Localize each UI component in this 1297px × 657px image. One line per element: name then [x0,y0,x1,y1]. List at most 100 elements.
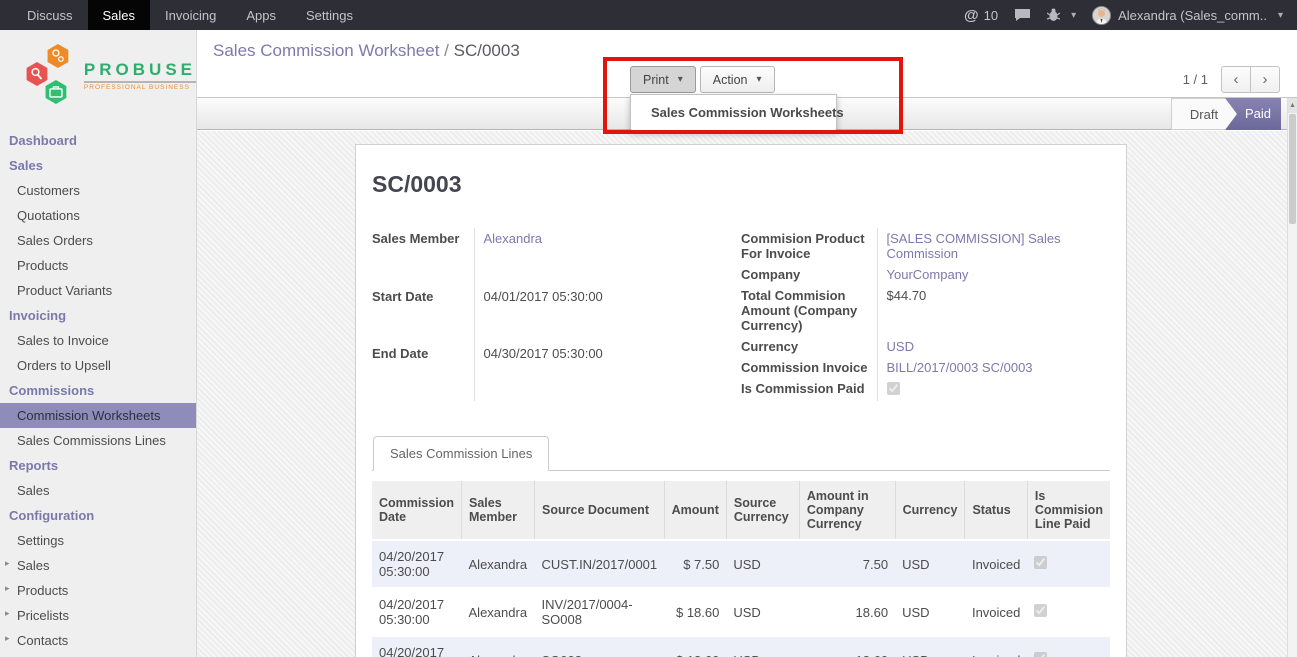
cell-status: Invoiced [965,588,1027,636]
field-value-sales-member[interactable]: Alexandra [474,228,726,286]
main-content: Sales Commission Worksheet / SC/0003 Pri… [197,30,1297,657]
table-row[interactable]: 04/20/2017 05:30:00 Alexandra CUST.IN/20… [372,540,1110,588]
menu-discuss[interactable]: Discuss [12,0,88,30]
pager: 1 / 1 ‹ › [1183,66,1280,93]
sidebar-item-config-sales[interactable]: Sales [0,553,196,578]
logo-title: PROBUSE [84,60,196,80]
sidebar-section-sales[interactable]: Sales [0,153,196,178]
line-paid-checkbox[interactable] [1034,604,1047,617]
sidebar-item-settings[interactable]: Settings [0,528,196,553]
user-name: Alexandra (Sales_comm.. [1118,8,1267,23]
breadcrumb-parent[interactable]: Sales Commission Worksheet [213,41,439,60]
menu-settings[interactable]: Settings [291,0,368,30]
field-label-company: Company [741,264,877,285]
state-draft[interactable]: Draft [1171,98,1237,130]
cell-amount-company: 18.60 [799,636,895,657]
pager-previous-button[interactable]: ‹ [1221,66,1251,93]
state-widget: Draft Paid [1171,98,1281,130]
sidebar-item-orders-to-upsell[interactable]: Orders to Upsell [0,353,196,378]
action-button-label: Action [713,73,748,87]
record-title: SC/0003 [372,171,1110,198]
pager-next-button[interactable]: › [1250,66,1280,93]
sidebar-section-configuration[interactable]: Configuration [0,503,196,528]
sidebar-item-pricelists[interactable]: Pricelists [0,603,196,628]
pager-count: 1 / 1 [1183,72,1208,87]
notebook: Sales Commission Lines Commission Date S… [372,435,1110,657]
cell-date: 04/20/2017 05:30:00 [372,540,462,588]
field-value-end-date: 04/30/2017 05:30:00 [474,343,726,401]
form-sheet: SC/0003 Sales Member Alexandra Start Dat… [355,144,1127,657]
probuse-logo-text: PROBUSE PROFESSIONAL BUSINESS [84,60,196,91]
sidebar-item-quotations[interactable]: Quotations [0,203,196,228]
cell-member: Alexandra [462,540,535,588]
cell-amount: $ 7.50 [664,540,726,588]
cell-currency: USD [895,636,965,657]
cell-member: Alexandra [462,588,535,636]
tab-sales-commission-lines[interactable]: Sales Commission Lines [373,436,549,471]
field-label-currency: Currency [741,336,877,357]
field-label-commission-invoice: Commission Invoice [741,357,877,378]
sidebar-item-reports-sales[interactable]: Sales [0,478,196,503]
sidebar-item-config-products[interactable]: Products [0,578,196,603]
sidebar-section-invoicing[interactable]: Invoicing [0,303,196,328]
sidebar-section-reports[interactable]: Reports [0,453,196,478]
vertical-scrollbar[interactable]: ▲ [1287,98,1297,657]
is-commission-paid-checkbox[interactable] [887,382,900,395]
action-buttons: Print ▾ Action ▾ [630,66,779,93]
col-source-currency: Source Currency [726,481,799,540]
logo-tagline: PROFESSIONAL BUSINESS [84,81,196,91]
field-value-start-date: 04/01/2017 05:30:00 [474,286,726,344]
col-currency: Currency [895,481,965,540]
sidebar-item-customers[interactable]: Customers [0,178,196,203]
menu-invoicing[interactable]: Invoicing [150,0,231,30]
sidebar-item-commission-worksheets[interactable]: Commission Worksheets [0,403,196,428]
sidebar-item-sales-teams[interactable]: Sales Teams [0,653,196,657]
user-menu[interactable]: Alexandra (Sales_comm.. ▾ [1092,6,1283,25]
field-value-company[interactable]: YourCompany [877,264,1110,285]
scrollbar-thumb[interactable] [1289,114,1296,224]
col-status: Status [965,481,1027,540]
debug-menu[interactable]: ▾ [1047,8,1076,22]
sidebar-item-product-variants[interactable]: Product Variants [0,278,196,303]
sidebar-item-contacts[interactable]: Contacts [0,628,196,653]
cell-currency: USD [895,540,965,588]
control-panel: Sales Commission Worksheet / SC/0003 Pri… [197,30,1297,98]
chevron-down-icon: ▾ [1278,10,1283,21]
table-row[interactable]: 04/20/2017 10:35:53 Alexandra SO008 $ 18… [372,636,1110,657]
field-group-left: Sales Member Alexandra Start Date 04/01/… [372,228,726,401]
sidebar-item-sales-to-invoice[interactable]: Sales to Invoice [0,328,196,353]
sidebar-item-products[interactable]: Products [0,253,196,278]
menu-item-sales-commission-worksheets[interactable]: Sales Commission Worksheets [631,101,836,124]
cell-amount-company: 18.60 [799,588,895,636]
line-paid-checkbox[interactable] [1034,652,1047,657]
field-value-commission-product[interactable]: [SALES COMMISSION] Sales Commission [877,228,1110,264]
field-label-commission-product: Commision Product For Invoice [741,228,877,264]
cell-status: Invoiced [965,636,1027,657]
sidebar-section-commissions[interactable]: Commissions [0,378,196,403]
messages-icon[interactable] [1014,8,1031,22]
field-label-start-date: Start Date [372,286,474,344]
field-label-end-date: End Date [372,343,474,401]
sidebar-item-sales-commissions-lines[interactable]: Sales Commissions Lines [0,428,196,453]
field-value-currency[interactable]: USD [877,336,1110,357]
field-label-sales-member: Sales Member [372,228,474,286]
table-row[interactable]: 04/20/2017 05:30:00 Alexandra INV/2017/0… [372,588,1110,636]
line-paid-checkbox[interactable] [1034,556,1047,569]
print-button[interactable]: Print ▾ [630,66,696,93]
cell-source: CUST.IN/2017/0001 [535,540,665,588]
scroll-up-arrow-icon[interactable]: ▲ [1288,98,1297,113]
sidebar-item-dashboard[interactable]: Dashboard [0,128,196,153]
field-value-commission-invoice[interactable]: BILL/2017/0003 SC/0003 [877,357,1110,378]
cell-currency: USD [895,588,965,636]
menu-apps[interactable]: Apps [231,0,291,30]
company-logo[interactable]: PROBUSE PROFESSIONAL BUSINESS [0,30,196,128]
action-button[interactable]: Action ▾ [700,66,775,93]
sidebar-item-sales-orders[interactable]: Sales Orders [0,228,196,253]
app-menus: Discuss Sales Invoicing Apps Settings [12,0,368,30]
at-icon: @ [964,7,979,24]
mentions-counter[interactable]: @ 10 [964,7,998,24]
form-view-area: SC/0003 Sales Member Alexandra Start Dat… [197,131,1297,657]
col-is-commission-line-paid: Is Commision Line Paid [1027,481,1110,540]
cell-date: 04/20/2017 05:30:00 [372,588,462,636]
menu-sales[interactable]: Sales [88,0,151,30]
